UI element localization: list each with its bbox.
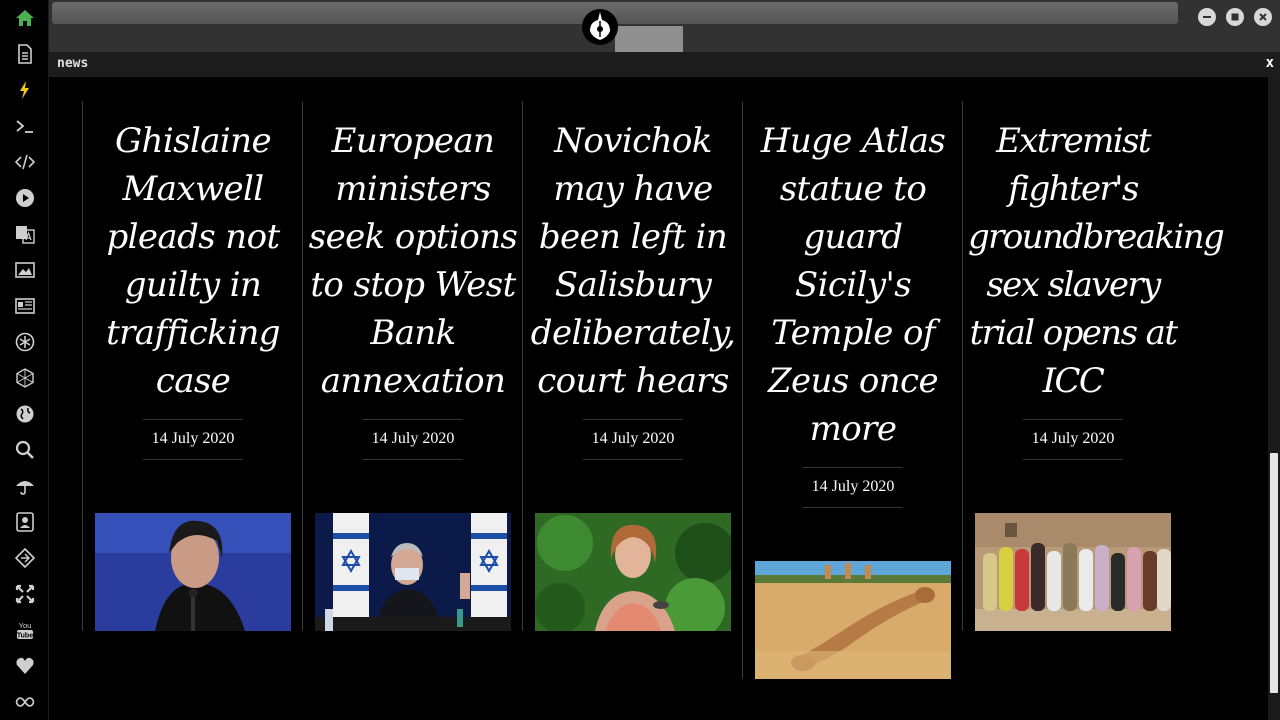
expand-icon[interactable]	[12, 581, 38, 607]
heart-icon[interactable]	[12, 653, 38, 679]
column-divider	[82, 101, 83, 631]
news-feed: Ghislaine Maxwell pleads not guilty in t…	[49, 77, 1268, 720]
window-titlebar	[49, 0, 1280, 52]
rebel-alliance-icon	[582, 9, 618, 45]
document-icon[interactable]	[12, 41, 38, 67]
umbrella-icon[interactable]	[12, 473, 38, 499]
tab-strip: news x	[49, 52, 1280, 77]
contact-icon[interactable]	[12, 509, 38, 535]
article-card[interactable]: Ghislaine Maxwell pleads not guilty in t…	[82, 101, 303, 460]
newspaper-icon[interactable]	[12, 293, 38, 319]
svg-text:Tube: Tube	[17, 633, 33, 640]
article-date: 14 July 2020	[363, 419, 463, 460]
article-date: 14 July 2020	[583, 419, 683, 460]
close-tab-button[interactable]: x	[1266, 55, 1274, 71]
article-date: 14 July 2020	[1023, 419, 1123, 460]
netanyahu-photo[interactable]	[315, 513, 511, 631]
globe-icon[interactable]	[12, 401, 38, 427]
infinity-icon[interactable]	[12, 689, 38, 715]
column-divider	[522, 101, 523, 631]
active-tab-indicator[interactable]	[615, 26, 683, 52]
column-divider	[742, 101, 743, 679]
tab-title[interactable]: news	[57, 56, 88, 71]
git-diff-icon[interactable]	[12, 545, 38, 571]
scrollbar-thumb[interactable]	[1270, 453, 1278, 693]
article-card[interactable]: Novichok may have been left in Salisbury…	[522, 101, 743, 460]
women-group-photo[interactable]	[975, 513, 1171, 631]
minimize-button[interactable]	[1198, 8, 1216, 26]
svg-text:You: You	[19, 621, 32, 630]
maxwell-photo[interactable]	[95, 513, 291, 631]
article-headline[interactable]: Huge Atlas statue to guard Sicily's Temp…	[748, 117, 958, 453]
article-card[interactable]: Extremist fighter's groundbreaking sex s…	[962, 101, 1225, 460]
article-card[interactable]: European ministers seek options to stop …	[302, 101, 523, 460]
translate-icon[interactable]	[12, 221, 38, 247]
article-headline[interactable]: Novichok may have been left in Salisbury…	[528, 117, 738, 405]
article-date: 14 July 2020	[803, 467, 903, 508]
article-headline[interactable]: Ghislaine Maxwell pleads not guilty in t…	[88, 117, 298, 405]
home-icon[interactable]	[12, 5, 38, 31]
maximize-button[interactable]	[1226, 8, 1244, 26]
atlas-statue-photo[interactable]	[755, 561, 951, 679]
youtube-icon[interactable]: You Tube	[12, 617, 38, 643]
article-headline[interactable]: European ministers seek options to stop …	[308, 117, 518, 405]
close-window-button[interactable]	[1254, 8, 1272, 26]
article-card[interactable]: Huge Atlas statue to guard Sicily's Temp…	[742, 101, 963, 508]
sidebar: You Tube	[0, 0, 49, 720]
column-divider	[962, 101, 963, 631]
article-date: 14 July 2020	[143, 419, 243, 460]
image-icon[interactable]	[12, 257, 38, 283]
terminal-icon[interactable]	[12, 113, 38, 139]
article-headline[interactable]: Extremist fighter's groundbreaking sex s…	[968, 117, 1225, 405]
scrollbar[interactable]	[1268, 77, 1280, 720]
woman-portrait-photo[interactable]	[535, 513, 731, 631]
asterisk-icon[interactable]	[12, 329, 38, 355]
hexagon-icon[interactable]	[12, 365, 38, 391]
code-icon[interactable]	[12, 149, 38, 175]
play-icon[interactable]	[12, 185, 38, 211]
column-divider	[302, 101, 303, 631]
lightning-icon[interactable]	[12, 77, 38, 103]
search-icon[interactable]	[12, 437, 38, 463]
